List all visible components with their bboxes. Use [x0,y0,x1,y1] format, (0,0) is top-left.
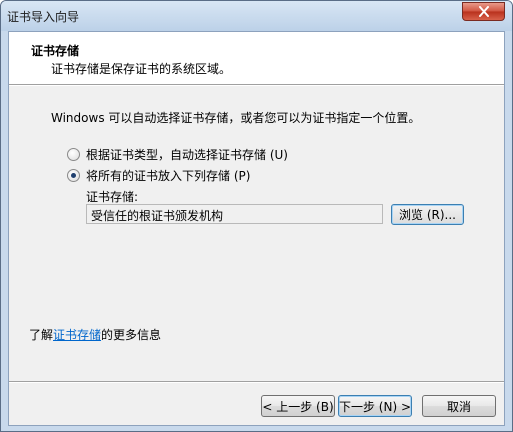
wizard-content: 证书存储 证书存储是保存证书的系统区域。 Windows 可以自动选择证书存储，… [8,31,505,426]
back-button[interactable]: < 上一步 (B) [261,395,335,417]
cancel-button[interactable]: 取消 [422,395,496,417]
header-divider [9,84,504,86]
window-title: 证书导入向导 [7,10,80,24]
certificate-store-link[interactable]: 证书存储 [53,328,101,342]
close-icon [478,6,489,17]
more-info-text: 了解证书存储的更多信息 [29,326,161,343]
more-info-prefix: 了解 [29,328,54,342]
next-button[interactable]: 下一步 (N) > [338,395,412,417]
radio-place-label: 将所有的证书放入下列存储 (P) [86,169,251,183]
radio-place-in-store[interactable]: 将所有的证书放入下列存储 (P) [67,167,250,184]
more-info-suffix: 的更多信息 [101,328,162,342]
title-bar: 证书导入向导 [1,1,512,31]
footer-divider [9,381,504,383]
close-button[interactable] [462,2,505,21]
page-subtitle: 证书存储是保存证书的系统区域。 [51,62,232,76]
wizard-header: 证书存储 证书存储是保存证书的系统区域。 [9,32,504,84]
intro-text: Windows 可以自动选择证书存储，或者您可以为证书指定一个位置。 [51,111,421,125]
store-label: 证书存储: [86,190,139,204]
radio-auto-label: 根据证书类型，自动选择证书存储 (U) [86,148,288,162]
radio-button-place[interactable] [67,169,80,182]
radio-button-auto[interactable] [67,148,80,161]
page-title: 证书存储 [31,44,80,58]
browse-button[interactable]: 浏览 (R)... [391,204,464,225]
certificate-import-wizard-window: 证书导入向导 证书存储 证书存储是保存证书的系统区域。 Windows 可以自动… [0,0,513,432]
radio-auto-select[interactable]: 根据证书类型，自动选择证书存储 (U) [67,146,288,163]
store-field[interactable]: 受信任的根证书颁发机构 [86,204,383,224]
